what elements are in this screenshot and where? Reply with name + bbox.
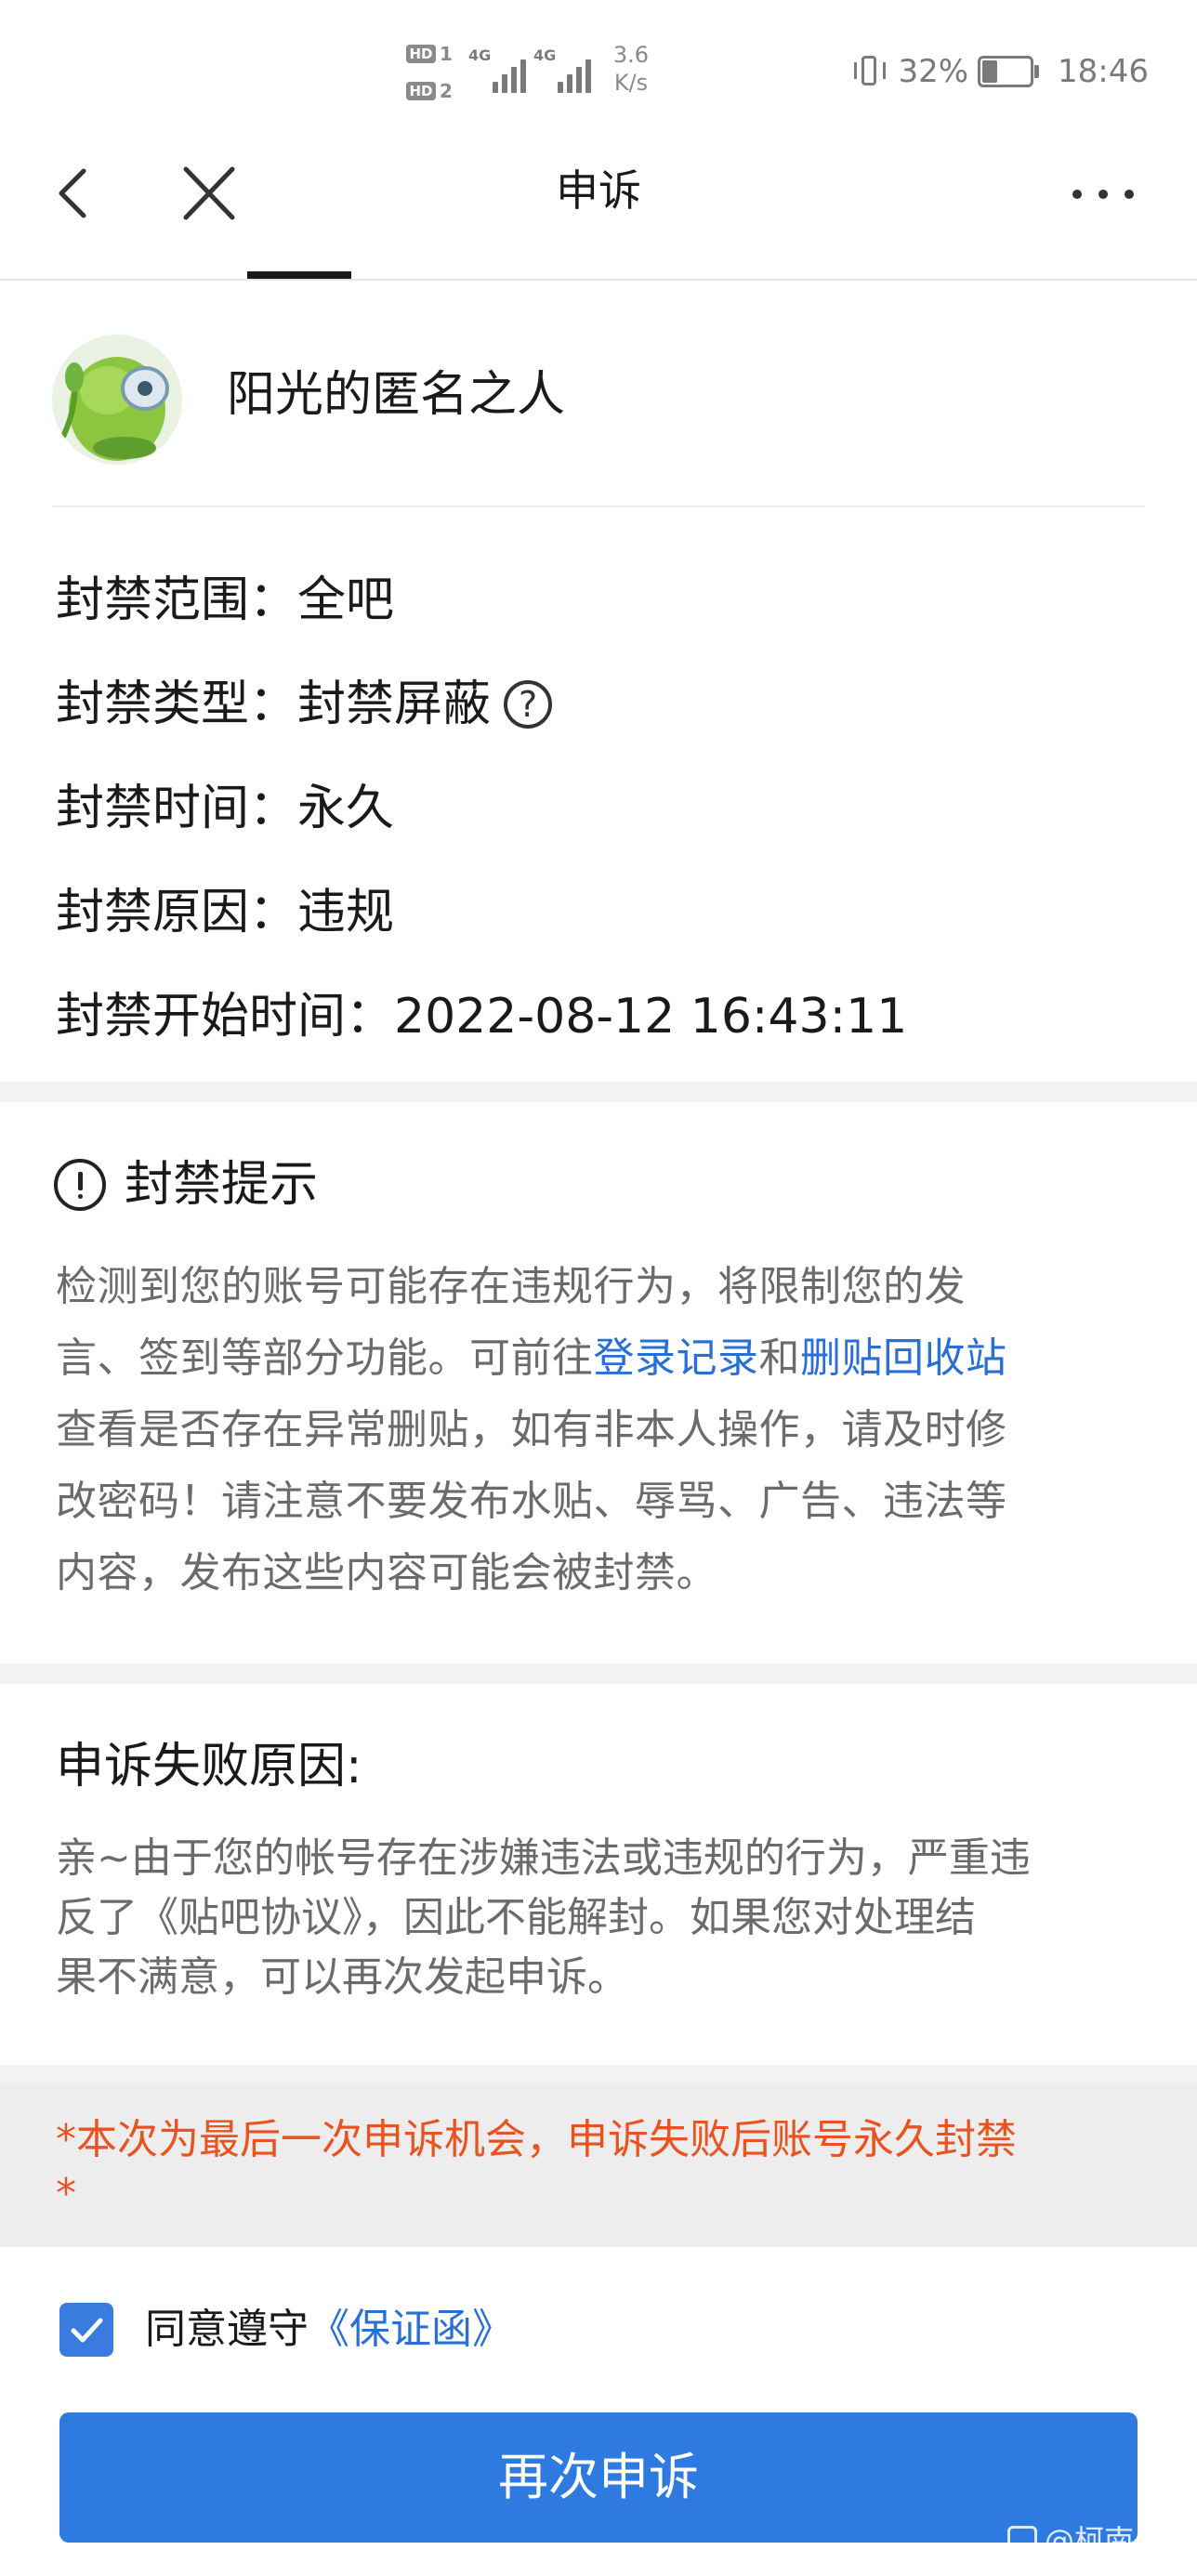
ban-type-value: 封禁屏蔽	[297, 677, 492, 732]
status-right-group: 32% 18:46	[851, 48, 1149, 95]
fail-reason-line: 反了《贴吧协议》，因此不能解封。如果您对处理结	[56, 1894, 976, 1941]
ban-type-row: 封禁类型： 封禁屏蔽 ?	[56, 652, 1141, 756]
ban-tip-line: 检测到您的账号可能存在违规行为，将限制您的发	[56, 1263, 966, 1310]
hd1-badge: HD	[406, 45, 436, 63]
network-type-label: 4G	[468, 46, 492, 64]
nav-bar: 申诉	[0, 139, 1197, 281]
hd-volte-indicator: HD 1 HD 2	[406, 43, 462, 104]
ban-tip-text: 和	[758, 1334, 800, 1382]
status-bar: HD 1 HD 2 4G 4G 3.6 K/s 32% 18:46	[0, 0, 1197, 139]
page-title: 申诉	[556, 165, 641, 216]
battery-percent: 32%	[898, 53, 969, 90]
ban-reason-value: 违规	[297, 885, 395, 940]
ban-tip-line: 查看是否存在异常删贴，如有非本人操作，请及时修	[56, 1406, 1007, 1453]
weibo-icon	[1007, 2526, 1037, 2556]
watermark-text: @柯南	[1045, 2523, 1135, 2558]
close-icon[interactable]	[177, 165, 242, 221]
network-speed-unit: K/s	[613, 70, 649, 96]
ban-tip-body: 检测到您的账号可能存在违规行为，将限制您的发 言、签到等部分功能。可前往登录记录…	[56, 1251, 1125, 1609]
login-record-link[interactable]: 登录记录	[594, 1334, 759, 1382]
ban-time-value: 永久	[297, 781, 395, 836]
ban-tip-text: 言、签到等部分功能。可前往	[56, 1334, 594, 1382]
section-divider	[0, 2065, 1197, 2085]
ban-time-row: 封禁时间： 永久	[56, 756, 1141, 861]
ban-tip-line: 内容，发布这些内容可能会被封禁。	[56, 1549, 717, 1597]
chevron-left-icon[interactable]	[46, 165, 102, 221]
watermark: @柯南	[1007, 2522, 1134, 2559]
ban-tip-title: 封禁提示	[125, 1157, 319, 1213]
agreement-label: 同意遵守	[145, 2306, 309, 2353]
signal-icon: 4G	[468, 46, 533, 93]
clock: 18:46	[1058, 53, 1149, 90]
user-name: 阳光的匿名之人	[227, 367, 566, 423]
battery-fill	[982, 60, 998, 83]
progress-indicator	[247, 271, 351, 279]
ban-start-row: 封禁开始时间： 2022-08-12 16:43:11	[56, 965, 1141, 1069]
ban-type-label: 封禁类型：	[56, 677, 298, 732]
ban-info-list: 封禁范围： 全吧 封禁类型： 封禁屏蔽 ? 封禁时间： 永久 封禁原因： 违规 …	[56, 548, 1141, 1069]
ban-scope-label: 封禁范围：	[56, 572, 298, 628]
avatar[interactable]	[52, 335, 182, 465]
final-appeal-warning: *本次为最后一次申诉机会，申诉失败后账号永久封禁 *	[0, 2085, 1197, 2247]
ban-scope-row: 封禁范围： 全吧	[56, 548, 1141, 652]
ban-start-label: 封禁开始时间：	[56, 989, 395, 1045]
recycle-bin-link[interactable]: 删贴回收站	[800, 1334, 1007, 1382]
user-header: 阳光的匿名之人	[52, 325, 1145, 507]
battery-icon	[978, 56, 1041, 87]
ban-tip-line: 言、签到等部分功能。可前往登录记录和删贴回收站	[56, 1322, 1125, 1394]
guarantee-letter-link[interactable]: 《保证函》	[309, 2299, 513, 2360]
warning-line: *本次为最后一次申诉机会，申诉失败后账号永久封禁	[56, 2116, 1017, 2163]
fail-reason-line: 亲~由于您的帐号存在涉嫌违法或违规的行为，严重违	[56, 1834, 1031, 1882]
hd1-number: 1	[440, 43, 453, 65]
section-divider	[0, 1082, 1197, 1102]
warning-line: *	[56, 2170, 76, 2217]
warning-text: *本次为最后一次申诉机会，申诉失败后账号永久封禁 *	[56, 2113, 1143, 2221]
signal-icon: 4G	[533, 46, 598, 93]
agreement-checkbox[interactable]	[59, 2303, 113, 2357]
ban-tip-header: 封禁提示	[54, 1152, 318, 1217]
question-circle-icon[interactable]: ?	[504, 680, 553, 729]
ban-scope-value: 全吧	[297, 572, 395, 628]
ban-reason-row: 封禁原因： 违规	[56, 861, 1141, 965]
fail-reason-line: 果不满意，可以再次发起申诉。	[56, 1953, 628, 2001]
ban-start-value: 2022-08-12 16:43:11	[394, 989, 908, 1045]
more-horizontal-icon[interactable]	[1067, 177, 1141, 214]
network-speed-value: 3.6	[612, 42, 650, 68]
hd2-badge: HD	[406, 82, 436, 100]
ban-reason-label: 封禁原因：	[56, 885, 298, 940]
fail-reason-title: 申诉失败原因:	[56, 1739, 362, 1794]
reappeal-button[interactable]: 再次申诉	[59, 2412, 1138, 2543]
fail-reason-body: 亲~由于您的帐号存在涉嫌违法或违规的行为，严重违 反了《贴吧协议》，因此不能解封…	[56, 1829, 1134, 2007]
section-divider	[0, 1663, 1197, 1684]
ban-time-label: 封禁时间：	[56, 781, 298, 836]
network-type-label: 4G	[533, 46, 557, 64]
agreement-row: 同意遵守 《保证函》	[59, 2299, 513, 2360]
exclamation-circle-icon	[54, 1159, 106, 1211]
check-icon	[71, 2318, 103, 2343]
hd2-number: 2	[440, 80, 453, 102]
vibrate-icon	[851, 53, 888, 90]
ban-tip-line: 改密码！请注意不要发布水贴、辱骂、广告、违法等	[56, 1478, 1007, 1525]
network-speed: 3.6 K/s	[608, 41, 654, 97]
